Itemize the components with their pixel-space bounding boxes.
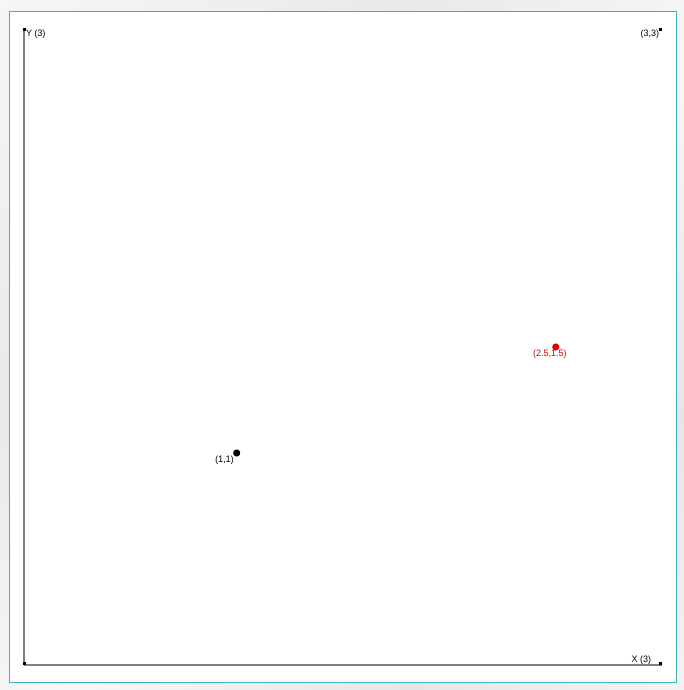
point-marker-1 bbox=[233, 449, 241, 457]
x-axis-label: X (3) bbox=[631, 654, 651, 664]
bottom-right-corner-marker bbox=[659, 662, 662, 665]
coordinate-plot: Y (3) (3,3) X (3) (1,1) (2.5,1.5) bbox=[23, 28, 662, 666]
corner-max-label: (3,3) bbox=[640, 28, 659, 38]
point-label-2: (2.5,1.5) bbox=[533, 348, 567, 358]
top-right-corner-marker bbox=[659, 28, 662, 31]
y-axis-label: Y (3) bbox=[26, 28, 45, 38]
points-layer: (1,1) (2.5,1.5) bbox=[215, 343, 567, 464]
origin-corner-marker bbox=[23, 662, 26, 665]
point-label-1: (1,1) bbox=[215, 454, 234, 464]
